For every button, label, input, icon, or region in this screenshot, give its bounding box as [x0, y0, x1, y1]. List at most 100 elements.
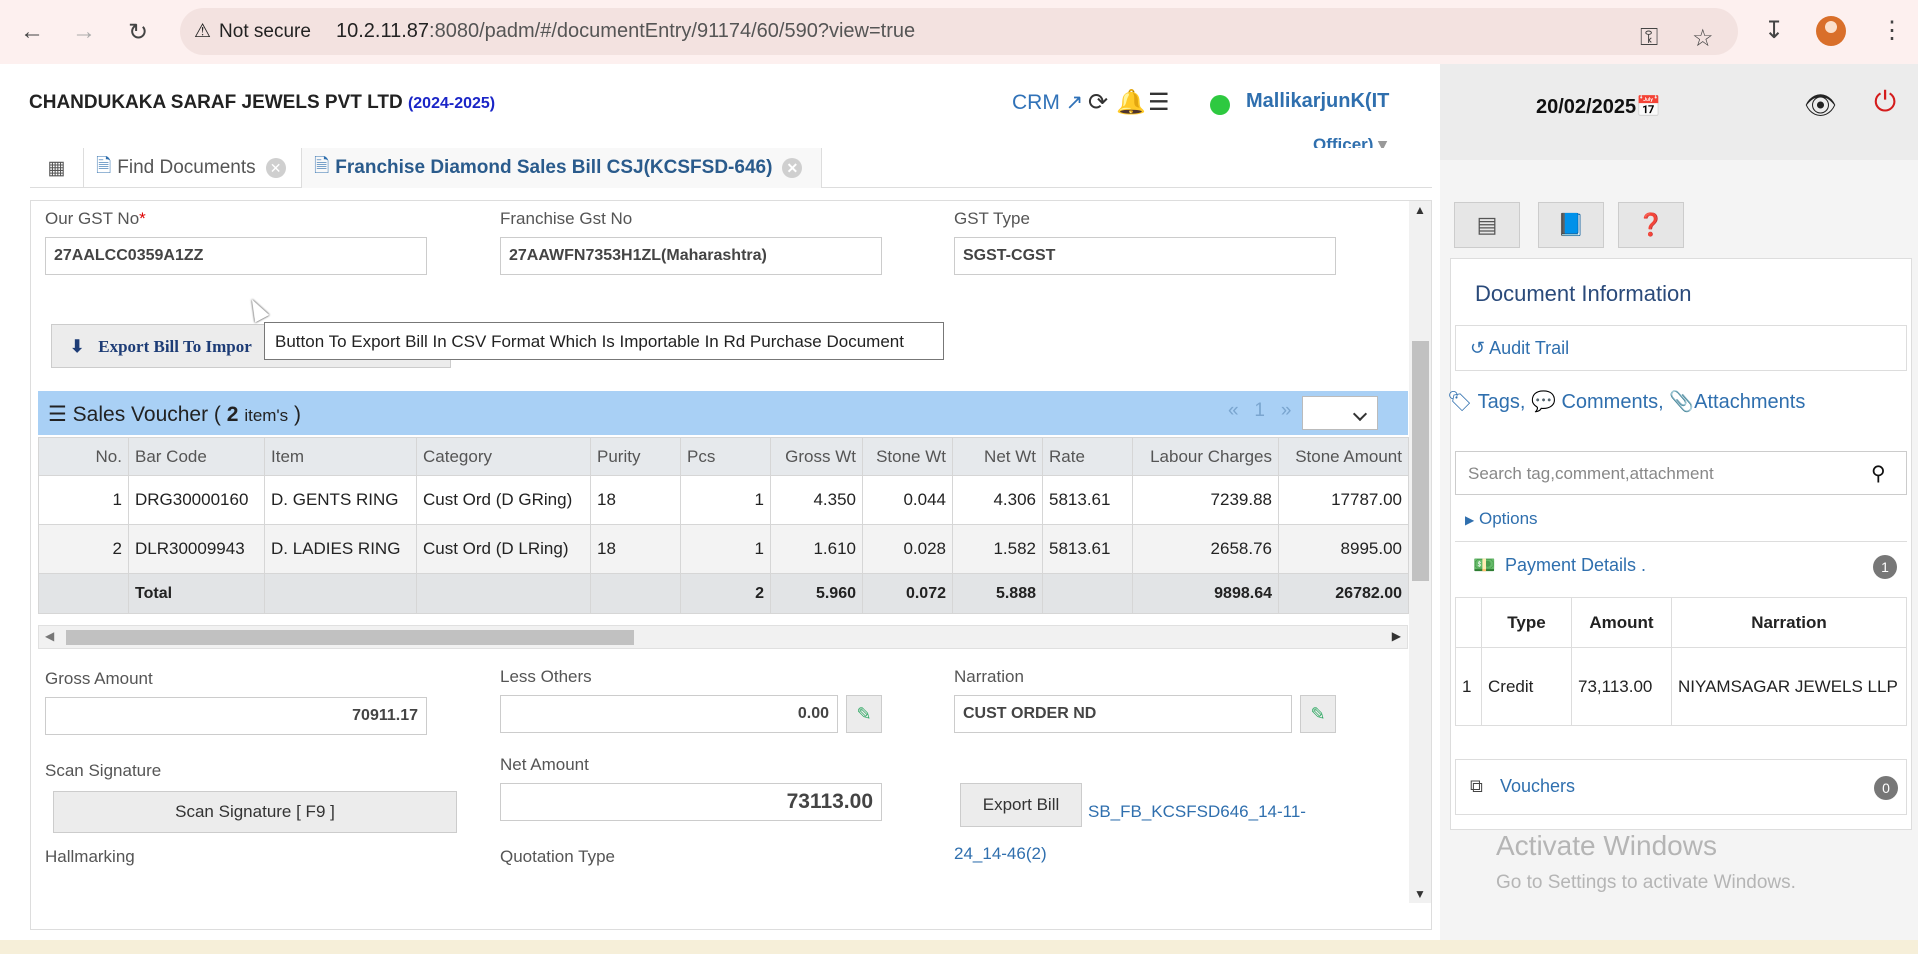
attachments-link[interactable]: Attachments — [1694, 391, 1805, 413]
column-header[interactable]: Labour Charges — [1132, 437, 1279, 476]
warning-triangle-icon: ⚠ — [194, 21, 212, 42]
gst-type-field[interactable]: SGST-CGST — [954, 237, 1336, 275]
edit-others-icon[interactable]: ✎ — [846, 695, 882, 733]
tab-franchise-diamond-sales-bill[interactable]: 🗎 Franchise Diamond Sales Bill CSJ(KCSFS… — [302, 148, 822, 188]
pager-page[interactable]: 1 — [1254, 400, 1265, 421]
forward-arrow-icon[interactable]: → — [66, 14, 102, 50]
side-toolbar: ▤ 📘 ❓ — [1446, 160, 1918, 256]
gross-amount-field[interactable]: 70911.17 — [45, 697, 427, 735]
column-header[interactable]: No. — [38, 437, 129, 476]
our-gst-label: Our GST No* — [45, 209, 146, 229]
tags-comments-attachments: 🏷 Tags, 💬 Comments, 📎Attachments — [1447, 389, 1805, 414]
current-date[interactable]: 20/02/2025📅 — [1536, 94, 1661, 119]
back-arrow-icon[interactable]: ← — [14, 14, 50, 50]
sales-voucher-table: No. Bar Code Item Category Purity Pcs Gr… — [38, 437, 1409, 614]
close-tab-icon[interactable]: ✕ — [265, 158, 286, 178]
page-size-select[interactable] — [1302, 396, 1378, 430]
close-tab-icon[interactable]: ✕ — [782, 158, 803, 178]
scroll-down-icon[interactable]: ▼ — [1414, 887, 1426, 901]
bookmark-star-icon[interactable]: ☆ — [1692, 24, 1714, 53]
list-icon[interactable]: ☰ — [1148, 88, 1170, 117]
table-cell — [38, 573, 129, 614]
download-icon[interactable]: ↧ — [1764, 16, 1784, 45]
title-close-paren: ) — [294, 403, 302, 426]
table-cell: D. LADIES RING — [264, 524, 417, 574]
user-name[interactable]: MallikarjunK(IT — [1246, 90, 1389, 113]
table-row[interactable]: 2 DLR30009943 D. LADIES RING Cust Ord (D… — [38, 524, 1409, 574]
table-cell: 0.044 — [862, 475, 953, 525]
tags-link[interactable]: Tags, — [1478, 391, 1526, 413]
net-amount-field[interactable]: 73113.00 — [500, 783, 882, 821]
search-icon[interactable]: ⚲ — [1871, 461, 1886, 486]
document-form: Our GST No* 27AALCC0359A1ZZ Franchise Gs… — [30, 200, 1432, 930]
crm-label: CRM — [1012, 91, 1060, 114]
column-header[interactable]: Stone Wt — [862, 437, 953, 476]
our-gst-field[interactable]: 27AALCC0359A1ZZ — [45, 237, 427, 275]
eye-slash-icon[interactable]: 👁 — [1804, 90, 1837, 121]
tag-icon: 🏷 — [1447, 391, 1473, 413]
column-header[interactable]: Purity — [590, 437, 681, 476]
column-header[interactable]: Gross Wt — [770, 437, 863, 476]
pager-prev[interactable]: « — [1228, 400, 1239, 421]
sales-voucher-title: ☰ Sales Voucher ( 2 item's ) — [48, 402, 301, 427]
net-amount-label: Net Amount — [500, 755, 589, 774]
table-cell: 7239.88 — [1132, 475, 1279, 525]
vouchers-link[interactable]: Vouchers — [1500, 776, 1575, 797]
comments-link[interactable]: Comments, — [1561, 391, 1663, 413]
column-header[interactable]: Item — [264, 437, 417, 476]
payment-count-badge: 1 — [1873, 555, 1897, 579]
menu-dots-icon[interactable]: ⋮ — [1880, 16, 1904, 45]
payment-details-link[interactable]: Payment Details . — [1505, 555, 1646, 576]
vertical-scrollbar[interactable]: ▲ ▼ — [1409, 201, 1431, 903]
column-header[interactable]: Rate — [1042, 437, 1133, 476]
franchise-gst-field[interactable]: 27AAWFN7353H1ZL(Maharashtra) — [500, 237, 882, 275]
column-header[interactable]: Net Wt — [952, 437, 1043, 476]
pagination: « 1 » — [1228, 400, 1291, 422]
security-indicator[interactable]: ⚠ Not secure — [194, 20, 311, 43]
table-cell: 5.960 — [770, 573, 863, 614]
list-view-icon[interactable]: ▤ — [1454, 202, 1520, 248]
scroll-up-icon[interactable]: ▲ — [1414, 203, 1426, 217]
list-icon: ☰ — [48, 403, 67, 426]
pager-next[interactable]: » — [1281, 400, 1292, 421]
tab-label: Find Documents — [117, 157, 256, 178]
url-text[interactable]: 10.2.11.87:8080/padm/#/documentEntry/911… — [336, 20, 915, 43]
scrollbar-thumb[interactable] — [1412, 341, 1429, 581]
reload-icon[interactable]: ↻ — [120, 14, 156, 50]
right-side-panel: ▤ 📘 ❓ Document Information ↺ Audit Trail… — [1440, 160, 1918, 940]
profile-avatar[interactable] — [1816, 16, 1846, 46]
column-header[interactable]: Category — [416, 437, 591, 476]
document-icon: 🗎 — [314, 156, 330, 177]
book-icon[interactable]: 📘 — [1538, 202, 1604, 248]
table-row[interactable]: 1 Credit 73,113.00 NIYAMSAGAR JEWELS LLP — [1455, 647, 1907, 726]
scroll-right-icon[interactable]: ▶ — [1392, 629, 1401, 643]
tab-find-documents[interactable]: 🗎 Find Documents ✕ — [84, 148, 302, 188]
narration-field[interactable]: CUST ORDER ND — [954, 695, 1292, 733]
grid-menu-icon[interactable]: ▦ — [30, 148, 84, 188]
calendar-icon[interactable]: 📅 — [1636, 96, 1661, 118]
exported-file-link[interactable]: SB_FB_KCSFSD646_14-11-24_14-46(2) — [954, 791, 1334, 875]
scrollbar-thumb[interactable] — [66, 630, 634, 645]
less-others-field[interactable]: 0.00 — [500, 695, 838, 733]
table-cell: D. GENTS RING — [264, 475, 417, 525]
edit-narration-icon[interactable]: ✎ — [1300, 695, 1336, 733]
power-icon[interactable]: ⏻ — [1874, 86, 1896, 119]
crm-link[interactable]: CRM ↗ — [1012, 90, 1083, 115]
scan-signature-button[interactable]: Scan Signature [ F9 ] — [53, 791, 457, 833]
column-header[interactable]: Pcs — [680, 437, 771, 476]
help-icon[interactable]: ❓ — [1618, 202, 1684, 248]
table-cell: NIYAMSAGAR JEWELS LLP — [1671, 647, 1907, 726]
column-header[interactable]: Bar Code — [128, 437, 265, 476]
table-row[interactable]: 1 DRG30000160 D. GENTS RING Cust Ord (D … — [38, 475, 1409, 525]
table-cell: DLR30009943 — [128, 524, 265, 574]
key-icon[interactable]: ⚿ — [1640, 24, 1658, 52]
scroll-left-icon[interactable]: ◀ — [45, 629, 54, 643]
audit-trail-link[interactable]: ↺ Audit Trail — [1470, 338, 1569, 359]
column-header[interactable]: Stone Amount — [1278, 437, 1409, 476]
horizontal-scrollbar[interactable]: ◀ ▶ — [38, 625, 1408, 649]
refresh-icon[interactable]: ⟳ — [1088, 88, 1108, 117]
address-bar[interactable]: ⚠ Not secure 10.2.11.87:8080/padm/#/docu… — [180, 8, 1738, 55]
bell-icon[interactable]: 🔔 — [1116, 88, 1146, 117]
tag-search-input[interactable]: Search tag,comment,attachment — [1455, 451, 1907, 495]
options-toggle[interactable]: ▶ Options — [1465, 509, 1538, 529]
